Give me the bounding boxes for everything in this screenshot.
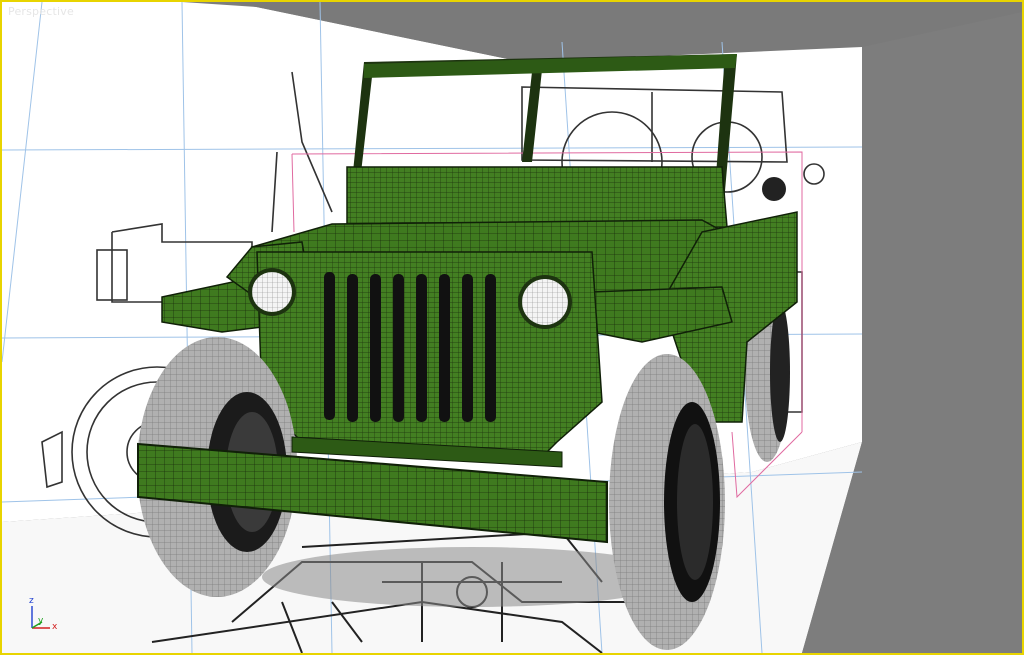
- front-right-tire: [609, 354, 725, 650]
- gizmo-y-label: y: [38, 616, 44, 626]
- gizmo-x-label: x: [52, 622, 58, 632]
- gizmo-z-label: z: [29, 596, 34, 606]
- left-headlight: [248, 268, 296, 316]
- perspective-viewport[interactable]: Perspective z y x: [0, 0, 1024, 655]
- viewport-scene[interactable]: [2, 2, 1022, 653]
- axis-gizmo: z y x: [24, 594, 64, 640]
- viewport-label[interactable]: Perspective: [8, 5, 74, 18]
- right-headlight: [518, 275, 572, 329]
